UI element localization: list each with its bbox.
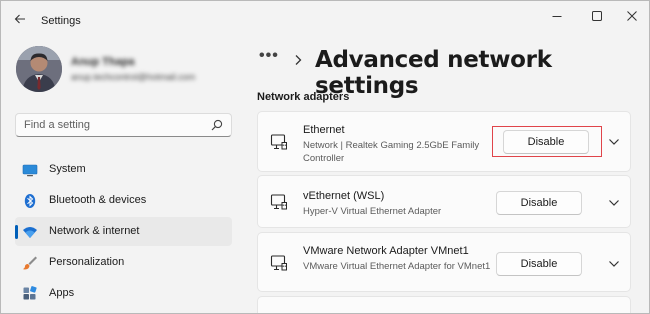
breadcrumb-overflow-button[interactable]: ••• <box>259 47 279 65</box>
title-bar: Settings <box>1 1 649 37</box>
user-photo <box>16 46 62 92</box>
maximize-icon <box>592 11 602 21</box>
adapter-description: Network | Realtek Gaming 2.5GbE Family C… <box>303 140 480 164</box>
page-title: Advanced network settings <box>315 47 552 99</box>
sidebar-item-system[interactable]: System <box>15 155 232 184</box>
adapter-name: vEthernet (WSL) <box>303 190 385 202</box>
sidebar-item-label: Personalization <box>49 256 125 268</box>
bluetooth-icon <box>24 194 36 208</box>
chevron-down-icon[interactable] <box>608 260 620 268</box>
back-button[interactable] <box>10 9 30 29</box>
disable-button[interactable]: Disable <box>496 252 582 276</box>
adapter-card-partial[interactable] <box>257 296 631 313</box>
app-title: Settings <box>41 15 81 27</box>
chevron-right-icon <box>295 55 302 65</box>
ethernet-adapter-icon <box>270 255 287 271</box>
wifi-icon <box>23 227 37 238</box>
profile-email: anup.techcontrol@hotmail.com <box>71 72 196 82</box>
minimize-icon <box>552 16 562 17</box>
adapter-card-ethernet[interactable]: Ethernet Network | Realtek Gaming 2.5GbE… <box>257 111 631 172</box>
adapter-card-vethernet-wsl[interactable]: vEthernet (WSL) Hyper-V Virtual Ethernet… <box>257 175 631 228</box>
close-icon <box>627 11 637 21</box>
profile-name: Anup Thapa <box>71 56 135 68</box>
minimize-button[interactable] <box>542 5 572 27</box>
adapter-description: Hyper-V Virtual Ethernet Adapter <box>303 206 442 217</box>
disable-button[interactable]: Disable <box>496 191 582 215</box>
active-indicator <box>15 225 18 239</box>
sidebar-item-personalization[interactable]: Personalization <box>15 248 232 277</box>
search-placeholder: Find a setting <box>24 119 91 131</box>
apps-icon <box>23 286 37 300</box>
avatar[interactable] <box>16 46 62 92</box>
sidebar-item-label: Apps <box>49 287 75 299</box>
section-title: Network adapters <box>257 91 350 103</box>
ethernet-adapter-icon <box>270 194 287 210</box>
sidebar-item-label: System <box>49 163 86 175</box>
maximize-button[interactable] <box>582 5 612 27</box>
adapter-description: VMware Virtual Ethernet Adapter for VMne… <box>303 261 491 272</box>
disable-button[interactable]: Disable <box>503 130 589 154</box>
ethernet-adapter-icon <box>270 134 287 150</box>
arrow-left-icon <box>14 14 25 24</box>
chevron-down-icon[interactable] <box>608 138 620 146</box>
close-button[interactable] <box>617 5 647 27</box>
adapter-name: Ethernet <box>303 124 345 136</box>
search-icon <box>211 119 223 131</box>
sidebar-item-label: Network & internet <box>49 225 140 237</box>
settings-window: Settings Anup Thapa anup.techcontrol@hot… <box>0 0 650 314</box>
paint-brush-icon <box>23 256 37 270</box>
sidebar-item-apps[interactable]: Apps <box>15 279 232 308</box>
sidebar-item-bluetooth-devices[interactable]: Bluetooth & devices <box>15 186 232 215</box>
system-monitor-icon <box>22 164 38 177</box>
adapter-card-vmware-vmnet1[interactable]: VMware Network Adapter VMnet1 VMware Vir… <box>257 232 631 292</box>
sidebar-item-label: Bluetooth & devices <box>49 194 147 206</box>
sidebar-item-network-internet[interactable]: Network & internet <box>15 217 232 246</box>
search-input[interactable]: Find a setting <box>15 113 232 137</box>
adapter-name: VMware Network Adapter VMnet1 <box>303 245 469 257</box>
chevron-down-icon[interactable] <box>608 199 620 207</box>
